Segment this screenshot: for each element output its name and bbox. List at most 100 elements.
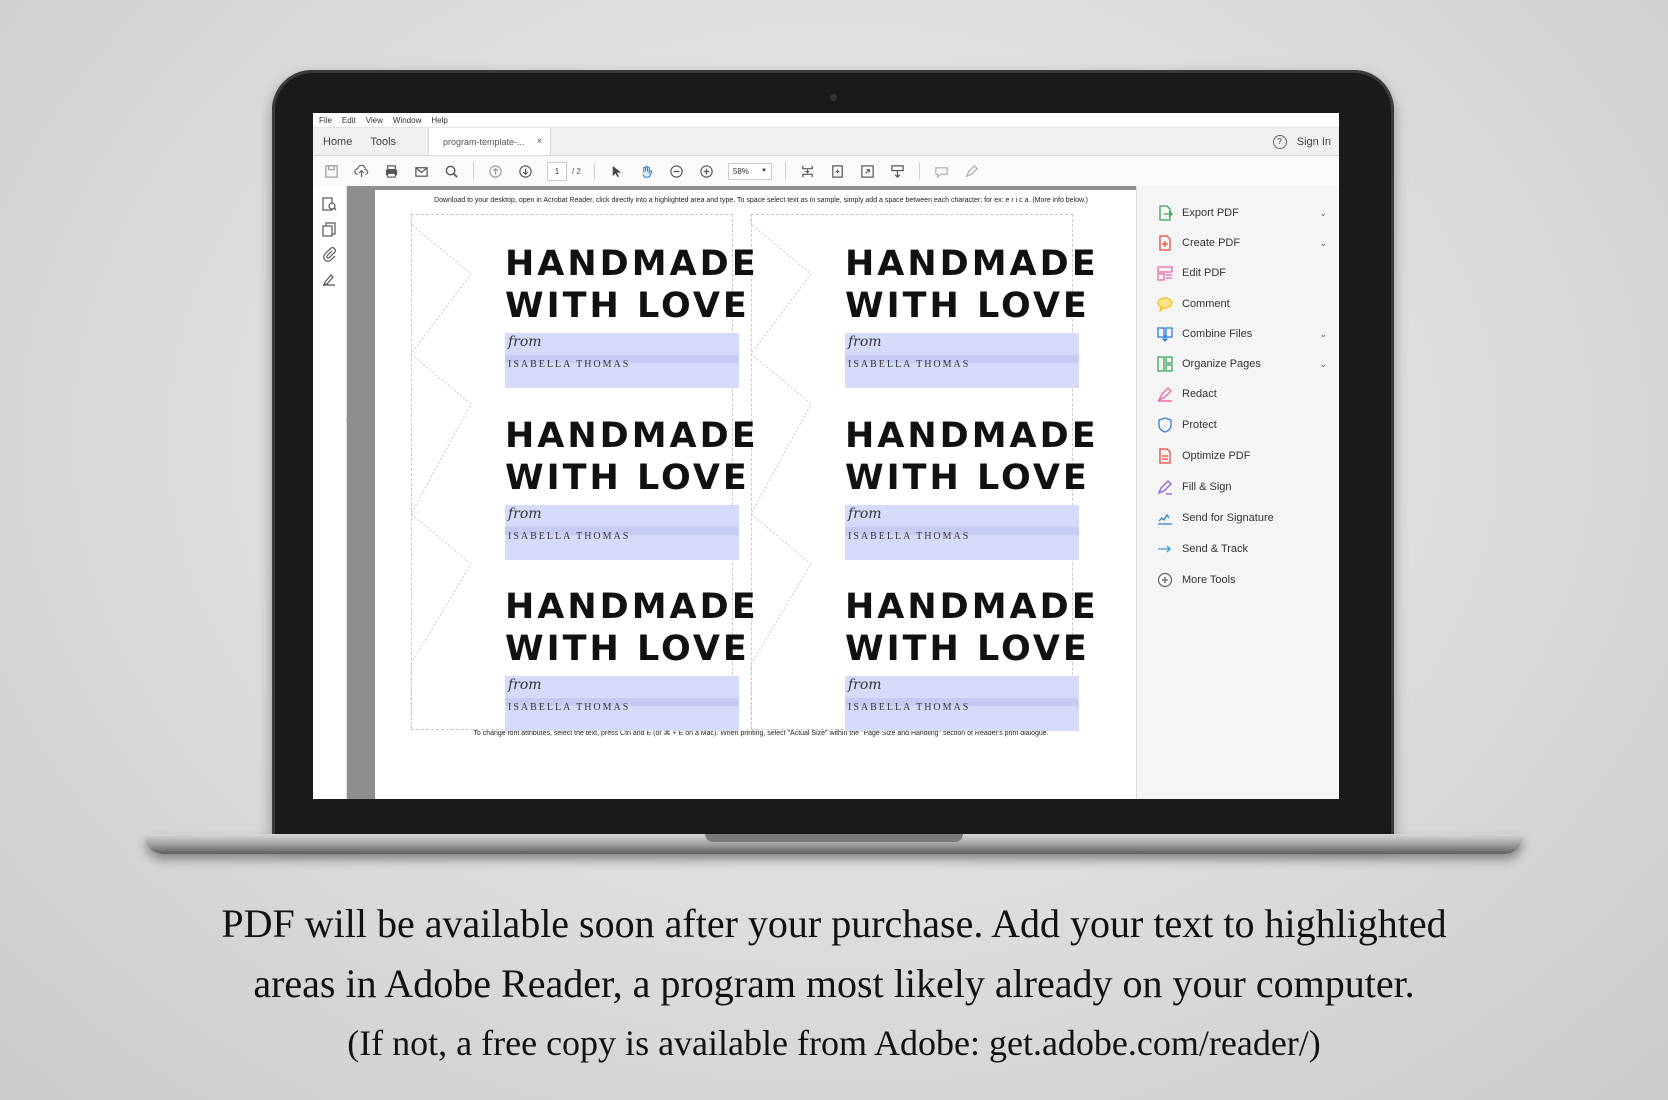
sign-in-button[interactable]: Sign In [1297, 136, 1331, 148]
tool-more-tools[interactable]: More Tools [1157, 570, 1327, 590]
fill-sign-icon [1157, 480, 1172, 495]
acrobat-window: File Edit View Window Help Home Tools pr… [313, 113, 1339, 799]
close-icon[interactable]: × [537, 136, 543, 147]
next-page-icon[interactable] [517, 163, 534, 180]
chevron-down-icon[interactable]: ⌄ [1319, 359, 1327, 370]
from-text: from [508, 334, 542, 350]
scroll-mode-icon[interactable] [799, 163, 816, 180]
tool-label: Redact [1182, 388, 1217, 400]
document-tab[interactable]: program-template-... × [428, 128, 552, 155]
from-text: from [508, 677, 542, 693]
laptop-base [145, 834, 1523, 854]
toolbar: 1 / 2 58% ▼ [313, 156, 1339, 187]
highlight-pen-icon[interactable] [963, 163, 980, 180]
tool-protect[interactable]: Protect [1157, 415, 1327, 435]
highlighted-name-field[interactable]: from ISABELLA THOMAS [505, 505, 739, 560]
tool-label: Optimize PDF [1182, 450, 1251, 462]
label-line-1: HANDMADE [505, 587, 759, 627]
more-tools-icon [1157, 572, 1173, 588]
left-navigation-rail [313, 186, 347, 799]
caption-line-3: (If not, a free copy is available from A… [347, 1023, 1321, 1063]
tab-bar: Home Tools program-template-... × ? Sign… [313, 128, 1339, 156]
menu-view[interactable]: View [366, 116, 383, 125]
tool-edit-pdf[interactable]: Edit PDF [1157, 263, 1327, 283]
zoom-level-select[interactable]: 58% ▼ [727, 162, 772, 180]
highlighted-name-field[interactable]: from ISABELLA THOMAS [505, 333, 739, 388]
highlighted-name-field[interactable]: from ISABELLA THOMAS [845, 505, 1079, 560]
zigzag-cut-left [410, 214, 472, 728]
tools-panel: Export PDF ⌄ Create PDF ⌄ Edit PDF Comme… [1136, 186, 1339, 799]
upload-icon[interactable] [353, 163, 370, 180]
page-thumbnails-icon[interactable] [321, 196, 337, 212]
tool-label: Send for Signature [1182, 512, 1274, 524]
menu-file[interactable]: File [319, 116, 332, 125]
bookmarks-icon[interactable] [321, 221, 337, 237]
from-text: from [848, 506, 882, 522]
toolbar-separator [593, 162, 595, 180]
name-text: ISABELLA THOMAS [848, 359, 971, 370]
protect-icon [1158, 417, 1172, 433]
tool-redact[interactable]: Redact [1157, 384, 1327, 404]
tool-fill-sign[interactable]: Fill & Sign [1157, 477, 1327, 497]
tool-comment[interactable]: Comment [1157, 294, 1327, 314]
tool-send-for-signature[interactable]: Send for Signature [1157, 508, 1327, 528]
menu-edit[interactable]: Edit [342, 116, 356, 125]
menu-help[interactable]: Help [431, 116, 447, 125]
from-text: from [508, 506, 542, 522]
read-mode-icon[interactable] [889, 163, 906, 180]
label-card: HANDMADE WITH LOVE from ISABELLA THOMAS [845, 243, 1096, 388]
tab-tools[interactable]: Tools [370, 136, 396, 148]
tool-export-pdf[interactable]: Export PDF ⌄ [1157, 203, 1327, 223]
search-icon[interactable] [443, 163, 460, 180]
name-text: ISABELLA THOMAS [848, 702, 971, 713]
label-card: HANDMADE WITH LOVE from ISABELLA THOMAS [505, 586, 759, 731]
page-number-input[interactable]: 1 [547, 161, 567, 181]
label-line-1: HANDMADE [845, 416, 1099, 456]
pdf-page: Download to your desktop, open in Acroba… [375, 190, 1147, 799]
previous-page-icon[interactable] [487, 163, 504, 180]
chevron-down-icon[interactable]: ⌄ [1319, 329, 1327, 340]
caption-line-1: PDF will be available soon after your pu… [221, 901, 1447, 946]
help-icon[interactable]: ? [1272, 134, 1287, 149]
label-card: HANDMADE WITH LOVE from ISABELLA THOMAS [505, 415, 756, 560]
chevron-down-icon[interactable]: ⌄ [1319, 208, 1327, 219]
highlighted-name-field[interactable]: from ISABELLA THOMAS [505, 676, 739, 731]
label-line-2: WITH LOVE [505, 286, 750, 326]
document-tab-title: program-template-... [443, 136, 525, 147]
comment-icon[interactable] [933, 163, 950, 180]
tool-label: Fill & Sign [1182, 481, 1232, 493]
tool-label: Combine Files [1182, 328, 1253, 340]
tool-send-track[interactable]: Send & Track [1157, 539, 1327, 559]
print-icon[interactable] [383, 163, 400, 180]
select-cursor-icon[interactable] [608, 163, 625, 180]
document-view[interactable]: Download to your desktop, open in Acroba… [347, 186, 1147, 799]
signature-icon[interactable] [321, 272, 337, 288]
tool-create-pdf[interactable]: Create PDF ⌄ [1157, 233, 1327, 253]
comment-icon [1157, 297, 1173, 312]
menu-window[interactable]: Window [393, 116, 421, 125]
hand-tool-icon[interactable] [638, 163, 655, 180]
tool-optimize-pdf[interactable]: Optimize PDF [1157, 446, 1327, 466]
caption-line-2: areas in Adobe Reader, a program most li… [253, 961, 1415, 1006]
name-text: ISABELLA THOMAS [848, 531, 971, 542]
from-text: from [848, 334, 882, 350]
toolbar-separator [918, 162, 920, 180]
email-icon[interactable] [413, 163, 430, 180]
chevron-down-icon: ▼ [760, 168, 767, 174]
tool-label: Comment [1182, 298, 1230, 310]
highlighted-name-field[interactable]: from ISABELLA THOMAS [845, 676, 1079, 731]
tool-combine-files[interactable]: Combine Files ⌄ [1157, 324, 1327, 344]
organize-pages-icon [1157, 356, 1173, 372]
full-screen-icon[interactable] [859, 163, 876, 180]
zoom-in-icon[interactable] [698, 163, 715, 180]
tool-organize-pages[interactable]: Organize Pages ⌄ [1157, 354, 1327, 374]
create-pdf-icon [1159, 235, 1171, 251]
fit-page-icon[interactable] [829, 163, 846, 180]
tab-home[interactable]: Home [323, 136, 352, 148]
toolbar-separator [784, 162, 786, 180]
attachment-icon[interactable] [321, 246, 337, 262]
chevron-down-icon[interactable]: ⌄ [1319, 238, 1327, 249]
save-icon[interactable] [323, 163, 340, 180]
highlighted-name-field[interactable]: from ISABELLA THOMAS [845, 333, 1079, 388]
zoom-out-icon[interactable] [668, 163, 685, 180]
